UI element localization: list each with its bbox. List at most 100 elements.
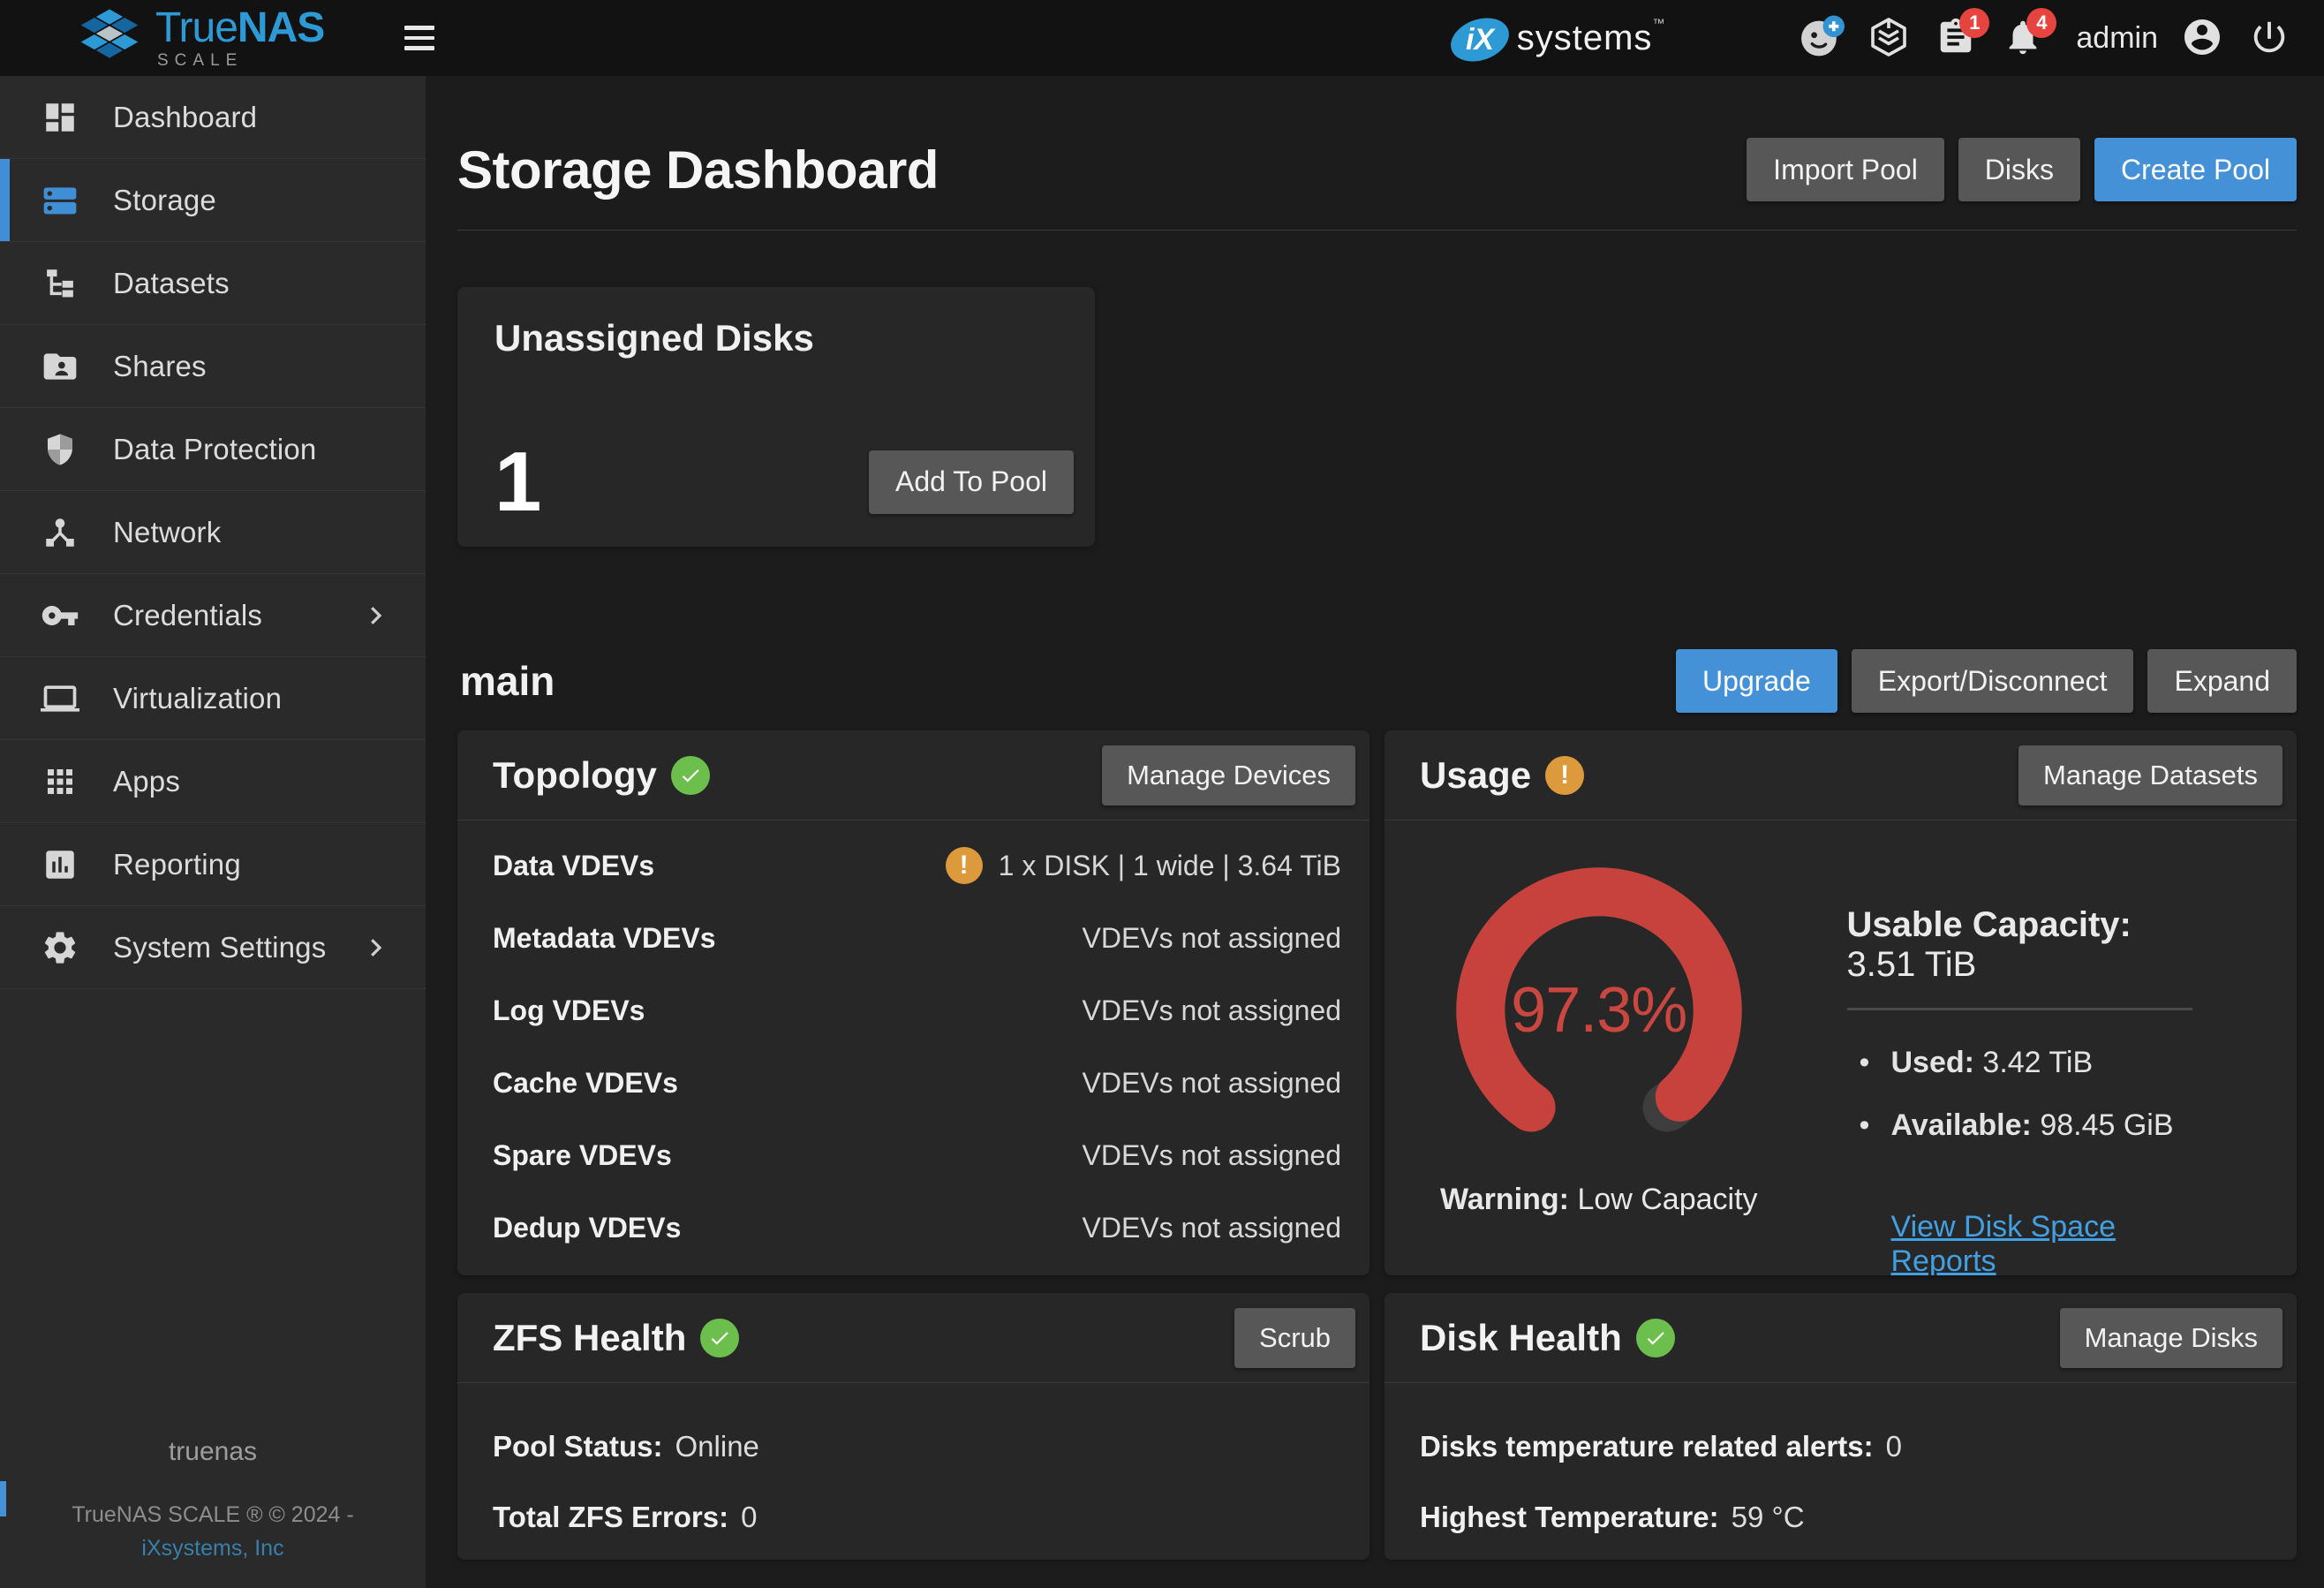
check-circle-icon bbox=[1636, 1319, 1675, 1357]
truecommand-face-icon bbox=[1799, 14, 1845, 63]
unassigned-disks-title: Unassigned Disks bbox=[494, 317, 1074, 359]
sidebar-item-system-settings[interactable]: System Settings bbox=[0, 906, 426, 989]
brand-name: TrueNAS bbox=[155, 7, 324, 49]
jobs-button[interactable]: 1 bbox=[1933, 15, 1979, 61]
usage-gauge: 97.3% bbox=[1453, 865, 1745, 1156]
power-icon bbox=[2249, 17, 2290, 60]
usage-title: Usage ! bbox=[1420, 754, 1584, 797]
topbar-right: iX systems ™ bbox=[1443, 10, 2324, 66]
main-content: Storage Dashboard Import Pool Disks Crea… bbox=[430, 76, 2324, 1588]
storage-icon bbox=[41, 181, 79, 220]
check-circle-icon bbox=[671, 756, 710, 795]
truenas-logo-icon bbox=[76, 7, 143, 66]
import-pool-button[interactable]: Import Pool bbox=[1747, 138, 1944, 201]
chevron-right-icon bbox=[362, 934, 389, 961]
topology-row-data-vdevs: Data VDEVs ! 1 x DISK | 1 wide | 3.64 Ti… bbox=[493, 829, 1341, 902]
sidebar-toggle-button[interactable] bbox=[404, 15, 450, 61]
warning-circle-icon: ! bbox=[946, 847, 983, 884]
sidebar-item-apps[interactable]: Apps bbox=[0, 740, 426, 823]
feedback-cube-button[interactable] bbox=[1866, 15, 1912, 61]
page-header: Storage Dashboard Import Pool Disks Crea… bbox=[457, 76, 2297, 231]
sidebar-item-reporting[interactable]: Reporting bbox=[0, 823, 426, 906]
check-circle-icon bbox=[700, 1319, 739, 1357]
account-circle-button[interactable] bbox=[2179, 15, 2225, 61]
topology-row-cache-vdevs: Cache VDEVs VDEVs not assigned bbox=[493, 1047, 1341, 1119]
shield-icon bbox=[41, 430, 79, 469]
unassigned-disks-count: 1 bbox=[494, 444, 541, 520]
page-actions: Import Pool Disks Create Pool bbox=[1747, 138, 2297, 201]
zfs-health-card: ZFS Health Scrub Pool Status: Online Tot… bbox=[457, 1293, 1370, 1560]
pool-name: main bbox=[460, 657, 555, 705]
manage-disks-button[interactable]: Manage Disks bbox=[2060, 1308, 2282, 1368]
svg-text:iX: iX bbox=[1466, 23, 1496, 57]
sidebar-item-virtualization[interactable]: Virtualization bbox=[0, 657, 426, 740]
page-title: Storage Dashboard bbox=[457, 140, 939, 200]
bar-chart-icon bbox=[41, 845, 79, 884]
upgrade-button[interactable]: Upgrade bbox=[1676, 649, 1837, 713]
highest-temperature-row: Highest Temperature: 59 °C bbox=[1420, 1482, 2261, 1553]
topology-title: Topology bbox=[493, 754, 710, 797]
disk-health-title: Disk Health bbox=[1420, 1317, 1675, 1359]
brand-edition: SCALE bbox=[157, 52, 324, 69]
shares-folder-icon bbox=[41, 347, 79, 386]
topology-card: Topology Manage Devices Data VDEVs ! 1 x… bbox=[457, 730, 1370, 1275]
available-capacity: Available: 98.45 GiB bbox=[1891, 1108, 2193, 1143]
alerts-button[interactable]: 4 bbox=[2000, 15, 2046, 61]
view-disk-space-reports-link[interactable]: View Disk Space Reports bbox=[1891, 1210, 2193, 1275]
expand-button[interactable]: Expand bbox=[2147, 649, 2297, 713]
account-circle-icon bbox=[2181, 16, 2223, 61]
usage-percent: 97.3% bbox=[1453, 865, 1745, 1156]
power-button[interactable] bbox=[2246, 15, 2292, 61]
topology-rows: Data VDEVs ! 1 x DISK | 1 wide | 3.64 Ti… bbox=[457, 820, 1370, 1264]
add-to-pool-button[interactable]: Add To Pool bbox=[869, 450, 1074, 514]
sidebar-item-data-protection[interactable]: Data Protection bbox=[0, 408, 426, 491]
cube-layers-icon bbox=[1868, 16, 1910, 61]
network-hub-icon bbox=[41, 513, 79, 552]
usage-warning: Warning: Low Capacity bbox=[1440, 1183, 1758, 1217]
disks-button[interactable]: Disks bbox=[1958, 138, 2080, 201]
zfs-errors-row: Total ZFS Errors: 0 bbox=[493, 1482, 1334, 1553]
account-menu-button[interactable]: admin bbox=[2067, 15, 2158, 61]
apps-grid-icon bbox=[41, 762, 79, 801]
used-capacity: Used: 3.42 TiB bbox=[1891, 1046, 2193, 1080]
truenas-app: TrueNAS SCALE iX systems ™ bbox=[0, 0, 2324, 1588]
sidebar-item-shares[interactable]: Shares bbox=[0, 325, 426, 408]
sidebar-item-credentials[interactable]: Credentials bbox=[0, 574, 426, 657]
scrub-button[interactable]: Scrub bbox=[1234, 1308, 1355, 1368]
sidebar-item-storage[interactable]: Storage bbox=[0, 159, 426, 242]
pool-cards-grid: Topology Manage Devices Data VDEVs ! 1 x… bbox=[457, 730, 2297, 1560]
alerts-badge: 4 bbox=[2026, 8, 2056, 38]
create-pool-button[interactable]: Create Pool bbox=[2094, 138, 2297, 201]
topology-row-log-vdevs: Log VDEVs VDEVs not assigned bbox=[493, 974, 1341, 1047]
capacity-divider bbox=[1847, 1008, 2193, 1010]
laptop-icon bbox=[41, 679, 79, 718]
sidebar-footer: truenas TrueNAS SCALE ® © 2024 - iXsyste… bbox=[0, 1437, 426, 1565]
manage-datasets-button[interactable]: Manage Datasets bbox=[2018, 745, 2282, 805]
pool-actions: Upgrade Export/Disconnect Expand bbox=[1676, 649, 2297, 713]
sidebar-item-datasets[interactable]: Datasets bbox=[0, 242, 426, 325]
usage-capacity-column: Usable Capacity: 3.51 TiB Used: 3.42 TiB… bbox=[1814, 820, 2298, 1275]
sidebar: Dashboard Storage bbox=[0, 76, 426, 1588]
copyright-text: TrueNAS SCALE ® © 2024 - iXsystems, Inc bbox=[0, 1499, 426, 1565]
ixsystems-link[interactable]: iXsystems, Inc bbox=[141, 1536, 283, 1561]
disk-temp-alerts-row: Disks temperature related alerts: 0 bbox=[1420, 1411, 2261, 1482]
sidebar-item-dashboard[interactable]: Dashboard bbox=[0, 76, 426, 159]
topology-row-spare-vdevs: Spare VDEVs VDEVs not assigned bbox=[493, 1119, 1341, 1191]
export-disconnect-button[interactable]: Export/Disconnect bbox=[1852, 649, 2134, 713]
sidebar-item-network[interactable]: Network bbox=[0, 491, 426, 574]
key-icon bbox=[41, 596, 79, 635]
pool-status-row: Pool Status: Online bbox=[493, 1411, 1334, 1482]
unassigned-disks-card: Unassigned Disks 1 Add To Pool bbox=[457, 287, 1095, 547]
usage-card: Usage ! Manage Datasets 97.3% bbox=[1385, 730, 2297, 1275]
pool-header: main Upgrade Export/Disconnect Expand bbox=[457, 647, 2297, 715]
dashboard-icon bbox=[41, 98, 79, 137]
manage-devices-button[interactable]: Manage Devices bbox=[1102, 745, 1355, 805]
usable-capacity: Usable Capacity: 3.51 TiB bbox=[1847, 905, 2193, 985]
topbar: TrueNAS SCALE iX systems ™ bbox=[0, 0, 2324, 76]
warning-circle-icon: ! bbox=[1545, 756, 1584, 795]
truenas-logo[interactable]: TrueNAS SCALE bbox=[76, 7, 350, 69]
ixsystems-logo: iX systems ™ bbox=[1443, 10, 1665, 66]
truecommand-status-button[interactable] bbox=[1799, 15, 1845, 61]
disk-health-card: Disk Health Manage Disks Disks temperatu… bbox=[1385, 1293, 2297, 1560]
jobs-badge: 1 bbox=[1959, 8, 1989, 38]
